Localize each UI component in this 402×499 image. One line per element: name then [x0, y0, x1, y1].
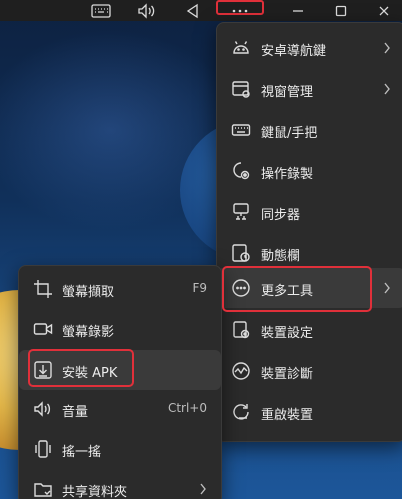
more-menu: 安卓導航鍵 視窗管理 鍵鼠/手把 操作錄製 同步器 動態欄 更多工具 裝置設定 …	[216, 22, 402, 442]
more-circle-icon	[231, 278, 251, 298]
shortcut-label: Ctrl+0	[167, 401, 207, 415]
chevron-right-icon	[383, 281, 391, 295]
android-icon	[231, 38, 251, 58]
menu-item-android-nav[interactable]: 安卓導航鍵	[217, 28, 402, 68]
menu-item-label: 更多工具	[261, 284, 314, 299]
menu-item-more-tools[interactable]: 更多工具	[217, 268, 402, 308]
menu-item-screen-record[interactable]: 螢幕錄影	[19, 309, 221, 349]
menu-item-label: 裝置診斷	[261, 367, 314, 382]
chevron-right-icon	[383, 41, 391, 55]
menu-item-label: 螢幕擷取	[62, 285, 115, 300]
menu-item-window-management[interactable]: 視窗管理	[217, 69, 402, 109]
keyboard-icon	[231, 120, 251, 140]
menu-item-install-apk[interactable]: 安裝 APK	[19, 350, 221, 390]
menu-item-label: 鍵鼠/手把	[261, 126, 318, 141]
record-icon	[231, 161, 251, 181]
chevron-right-icon	[199, 482, 207, 496]
menu-item-shared-folder[interactable]: 共享資料夾	[19, 469, 221, 499]
menu-item-label: 安裝 APK	[62, 366, 118, 381]
menu-item-label: 音量	[62, 405, 89, 420]
menu-item-screenshot[interactable]: 螢幕擷取 F9	[19, 269, 221, 309]
sync-icon	[231, 202, 251, 222]
more-highlight-box	[216, 0, 264, 15]
window-icon	[231, 79, 251, 99]
back-icon[interactable]	[180, 0, 206, 21]
menu-item-label: 動態欄	[261, 249, 301, 264]
crop-icon	[33, 279, 53, 299]
menu-item-synchronizer[interactable]: 同步器	[217, 192, 402, 232]
diagnostics-icon	[231, 361, 251, 381]
menu-item-label: 視窗管理	[261, 85, 314, 100]
menu-item-label: 操作錄製	[261, 167, 314, 182]
settings-icon	[231, 320, 251, 340]
chevron-right-icon	[383, 82, 391, 96]
emulator-toolbar	[0, 0, 402, 21]
shake-icon	[33, 439, 53, 459]
menu-item-label: 同步器	[261, 208, 301, 223]
menu-item-shake[interactable]: 搖一搖	[19, 429, 221, 469]
menu-item-restart-device[interactable]: 重啟裝置	[217, 392, 402, 432]
menu-item-label: 共享資料夾	[62, 485, 128, 499]
menu-item-label: 裝置設定	[261, 326, 314, 341]
close-icon[interactable]	[373, 0, 395, 21]
install-icon	[33, 360, 53, 380]
keyboard-icon[interactable]	[88, 0, 114, 21]
folder-icon	[33, 479, 53, 499]
restart-icon	[231, 402, 251, 422]
maximize-icon[interactable]	[330, 0, 352, 21]
more-tools-submenu: 螢幕擷取 F9 螢幕錄影 安裝 APK 音量 Ctrl+0 搖一搖 共享資料夾	[18, 265, 222, 499]
menu-item-dynamic-bar[interactable]: 動態欄	[217, 233, 402, 273]
menu-item-label: 螢幕錄影	[62, 325, 115, 340]
menu-item-operation-record[interactable]: 操作錄製	[217, 151, 402, 191]
menu-item-device-diagnostics[interactable]: 裝置診斷	[217, 351, 402, 391]
shortcut-label: F9	[192, 281, 207, 295]
menu-item-keyboard-gamepad[interactable]: 鍵鼠/手把	[217, 110, 402, 150]
menu-item-label: 安卓導航鍵	[261, 44, 327, 59]
volume-icon	[33, 399, 53, 419]
menu-item-label: 重啟裝置	[261, 408, 314, 423]
dynamic-bar-icon	[231, 243, 251, 263]
menu-item-label: 搖一搖	[62, 445, 102, 460]
volume-icon[interactable]	[134, 0, 160, 21]
menu-item-device-settings[interactable]: 裝置設定	[217, 310, 402, 350]
video-icon	[33, 319, 53, 339]
minimize-icon[interactable]	[287, 0, 309, 21]
menu-item-volume[interactable]: 音量 Ctrl+0	[19, 389, 221, 429]
